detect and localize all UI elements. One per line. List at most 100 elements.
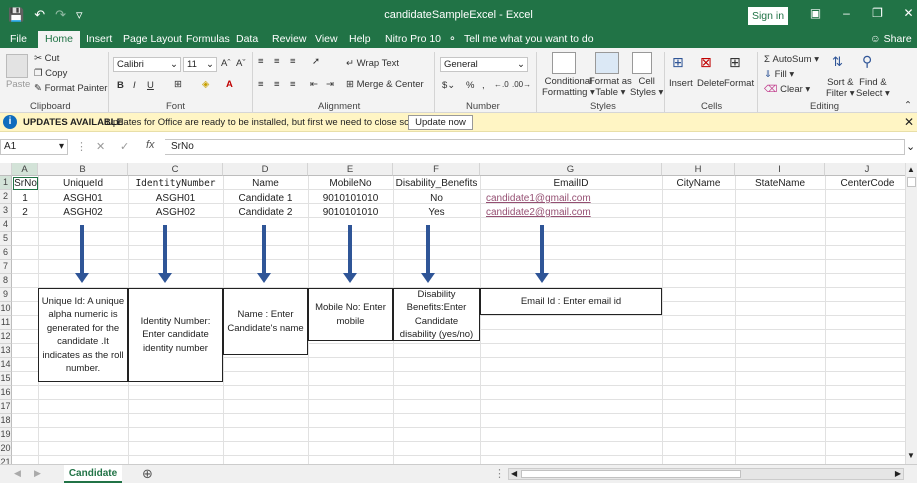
bottom-align-icon[interactable]: ≡ — [290, 56, 296, 67]
cell-a2[interactable]: 1 — [12, 193, 38, 204]
cut-button[interactable]: ✂ Cut — [34, 53, 59, 64]
indent-icon[interactable]: ⇤ — [310, 79, 318, 90]
scroll-right-icon[interactable]: ▶ — [895, 469, 901, 478]
row-header[interactable]: 9 — [0, 288, 12, 302]
row-header[interactable]: 13 — [0, 344, 12, 358]
row-header[interactable]: 6 — [0, 246, 12, 260]
cancel-icon[interactable]: ✕ — [96, 140, 105, 153]
enter-icon[interactable]: ✓ — [120, 140, 129, 153]
align-center-icon[interactable]: ≡ — [274, 79, 280, 90]
add-sheet-icon[interactable]: ⊕ — [142, 466, 153, 482]
conditional-formatting-button[interactable]: Conditional Formatting ▾ — [542, 76, 595, 98]
column-header-g[interactable]: G — [480, 163, 662, 176]
column-header-c[interactable]: C — [128, 163, 223, 176]
tab-home[interactable]: Home — [38, 31, 81, 49]
vertical-scrollbar[interactable]: ▲ ▼ — [905, 163, 917, 464]
font-color-icon[interactable]: A — [226, 79, 233, 90]
row-header[interactable]: 12 — [0, 330, 12, 344]
find-select-button[interactable]: Find & Select ▾ — [856, 77, 890, 99]
row-header[interactable]: 15 — [0, 372, 12, 386]
tab-review[interactable]: Review — [268, 31, 310, 48]
scroll-up-icon[interactable]: ▲ — [907, 165, 915, 174]
format-as-table-button[interactable]: Format as Table ▾ — [589, 76, 632, 98]
column-header-h[interactable]: H — [662, 163, 735, 176]
cell-c3[interactable]: ASGH02 — [128, 207, 223, 218]
row-header[interactable]: 11 — [0, 316, 12, 330]
row-header[interactable]: 16 — [0, 386, 12, 400]
format-painter-button[interactable]: ✎ Format Painter — [34, 83, 107, 94]
header-city-name[interactable]: CityName — [662, 178, 735, 189]
decrease-font-icon[interactable]: Aˇ — [236, 58, 246, 69]
header-state-name[interactable]: StateName — [735, 178, 825, 189]
column-header-e[interactable]: E — [308, 163, 393, 176]
column-header-b[interactable]: B — [38, 163, 128, 176]
row-header[interactable]: 21 — [0, 456, 12, 464]
format-cells-button[interactable]: Format — [724, 78, 754, 89]
tab-nitro[interactable]: Nitro Pro 10 — [381, 31, 445, 48]
row-header[interactable]: 17 — [0, 400, 12, 414]
underline-icon[interactable]: U — [147, 80, 154, 91]
tab-help[interactable]: Help — [345, 31, 375, 48]
tab-view[interactable]: View — [311, 31, 342, 48]
currency-icon[interactable]: $⌄ — [442, 80, 455, 91]
row-header[interactable]: 7 — [0, 260, 12, 274]
header-email-id[interactable]: EmailID — [480, 178, 662, 189]
insert-cells-button[interactable]: Insert — [669, 78, 693, 89]
cell-f2[interactable]: No — [393, 193, 480, 204]
cell-c2[interactable]: ASGH01 — [128, 193, 223, 204]
column-header-j[interactable]: J — [825, 163, 905, 176]
share-button[interactable]: ☺ Share — [866, 31, 916, 48]
fill-button[interactable]: ⇓ Fill ▾ — [764, 69, 794, 80]
row-header[interactable]: 8 — [0, 274, 12, 288]
header-mobile-no[interactable]: MobileNo — [308, 178, 393, 189]
spreadsheet-grid[interactable]: A B C D E F G H I J 1 2 3 4 5 6 7 8 9 10 11 12 13 14 1… — [0, 163, 905, 464]
collapse-ribbon-icon[interactable]: ⌃ — [904, 100, 912, 111]
tab-insert[interactable]: Insert — [82, 31, 116, 48]
copy-button[interactable]: ❐ Copy — [34, 68, 67, 79]
close-icon[interactable]: ✕ — [904, 115, 914, 129]
cell-a3[interactable]: 2 — [12, 207, 38, 218]
row-header[interactable]: 14 — [0, 358, 12, 372]
row-header[interactable]: 5 — [0, 232, 12, 246]
merge-center-button[interactable]: ⊞ Merge & Center — [346, 79, 424, 90]
orientation-icon[interactable]: ➚ — [312, 56, 320, 67]
header-name[interactable]: Name — [223, 178, 308, 189]
align-right-icon[interactable]: ≡ — [290, 79, 296, 90]
top-align-icon[interactable]: ≡ — [258, 56, 264, 67]
percent-icon[interactable]: % — [466, 80, 474, 91]
sign-in-button[interactable]: Sign in — [748, 7, 788, 25]
header-center-code[interactable]: CenterCode — [825, 178, 905, 189]
cell-styles-button[interactable]: Cell Styles ▾ — [630, 76, 663, 98]
row-header[interactable]: 1 — [0, 176, 12, 190]
scroll-thumb[interactable] — [521, 470, 741, 478]
header-unique-id[interactable]: UniqueId — [38, 178, 128, 189]
cell-d3[interactable]: Candidate 2 — [223, 207, 308, 218]
delete-cells-button[interactable]: Delete — [697, 78, 724, 89]
tab-formulas[interactable]: Formulas — [182, 31, 234, 48]
column-header-d[interactable]: D — [223, 163, 308, 176]
paste-button[interactable]: Paste — [6, 79, 30, 90]
select-all-corner[interactable] — [0, 163, 12, 176]
tab-file[interactable]: File — [6, 31, 31, 48]
column-header-a[interactable]: A — [12, 163, 38, 176]
tab-data[interactable]: Data — [232, 31, 262, 48]
column-header-f[interactable]: F — [393, 163, 480, 176]
tab-page-layout[interactable]: Page Layout — [119, 31, 186, 48]
autosum-button[interactable]: Σ AutoSum ▾ — [764, 54, 819, 65]
font-name-select[interactable]: Calibri ⌄ — [113, 57, 181, 72]
number-format-select[interactable]: General ⌄ — [440, 57, 528, 72]
font-size-select[interactable]: 11 ⌄ — [183, 57, 217, 72]
row-header[interactable]: 10 — [0, 302, 12, 316]
name-box[interactable]: A1 ▾ — [0, 139, 68, 155]
row-header[interactable]: 20 — [0, 442, 12, 456]
next-sheet-icon[interactable]: ▶ — [34, 468, 41, 479]
cell-f3[interactable]: Yes — [393, 207, 480, 218]
scroll-down-icon[interactable]: ▼ — [907, 451, 915, 460]
prev-sheet-icon[interactable]: ◀ — [14, 468, 21, 479]
expand-formula-icon[interactable]: ⌄ — [906, 140, 915, 153]
wrap-text-button[interactable]: ↵ Wrap Text — [346, 58, 399, 69]
email-link[interactable]: candidate2@gmail.com — [486, 207, 656, 218]
header-identity-number[interactable]: IdentityNumber — [128, 178, 223, 189]
bold-icon[interactable]: B — [117, 80, 124, 91]
email-link[interactable]: candidate1@gmail.com — [486, 193, 656, 204]
